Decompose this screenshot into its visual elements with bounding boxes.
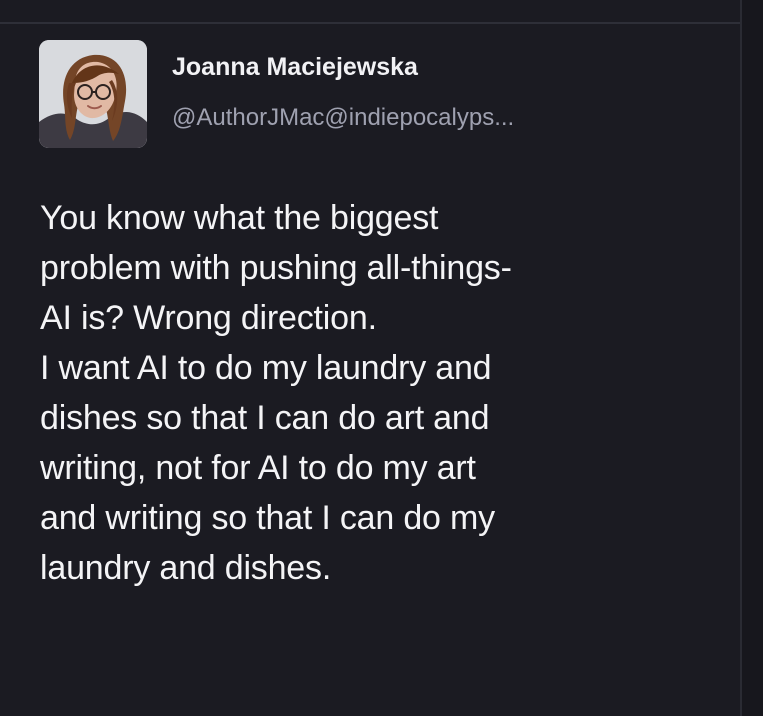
author-name-block: Joanna Maciejewska @AuthorJMac@indiepoca…: [172, 52, 712, 132]
screenshot-page: Joanna Maciejewska @AuthorJMac@indiepoca…: [0, 0, 763, 716]
author-avatar[interactable]: [39, 40, 147, 148]
post-text-line: AI is? Wrong direction.: [40, 299, 377, 337]
post-body-text: You know what the biggest problem with p…: [40, 193, 720, 593]
post-text-line: dishes so that I can do art and: [40, 399, 490, 437]
post-text-line: and writing so that I can do my: [40, 499, 495, 537]
author-handle[interactable]: @AuthorJMac@indiepocalyps...: [172, 103, 712, 132]
author-display-name[interactable]: Joanna Maciejewska: [172, 52, 712, 83]
post-text-line: I want AI to do my laundry and: [40, 349, 492, 387]
post-text-line: problem with pushing all-things-: [40, 249, 512, 287]
post-text-line: You know what the biggest: [40, 199, 439, 237]
right-gutter: [742, 0, 763, 716]
post-text-line: laundry and dishes.: [40, 549, 332, 587]
post-header: Joanna Maciejewska @AuthorJMac@indiepoca…: [39, 40, 719, 148]
avatar-portrait-icon: [39, 40, 147, 148]
post-text-line: writing, not for AI to do my art: [40, 449, 476, 487]
